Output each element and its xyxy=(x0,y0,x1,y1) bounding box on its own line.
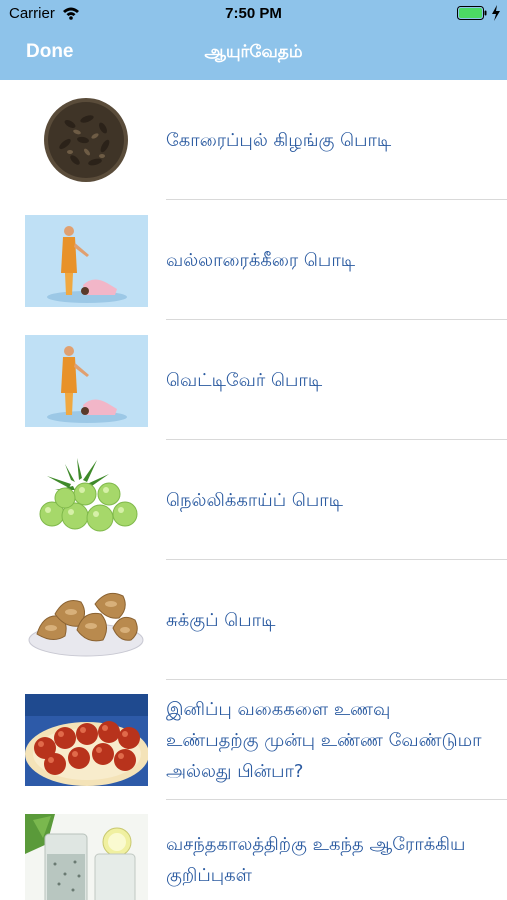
list-item[interactable]: இனிப்பு வகைகளை உணவு உண்பதற்கு முன்பு உண்… xyxy=(0,680,507,800)
charging-bolt-icon xyxy=(492,5,500,21)
battery-icon xyxy=(457,6,487,20)
sage-blessing-devotee-image xyxy=(25,215,148,307)
item-title: சுக்குப் பொடி xyxy=(166,609,276,631)
list-item[interactable]: கோரைப்புல் கிழங்கு பொடி xyxy=(0,80,507,200)
status-bar: Carrier 7:50 PM xyxy=(0,0,507,28)
amla-gooseberries-image xyxy=(25,454,148,546)
item-title: வெட்டிவேர் பொடி xyxy=(166,369,323,391)
item-title: இனிப்பு வகைகளை உணவு உண்பதற்கு முன்பு உண்… xyxy=(166,698,482,782)
status-time: 7:50 PM xyxy=(225,5,282,22)
article-list: கோரைப்புல் கிழங்கு பொடி வல்லாரைக்கீரை பொ… xyxy=(0,80,507,900)
dry-ginger-plate-image xyxy=(25,574,148,666)
herbal-drink-glasses-image xyxy=(25,814,148,900)
item-title: வல்லாரைக்கீரை பொடி xyxy=(166,249,356,271)
navigation-bar: Done ஆயுர்வேதம் xyxy=(0,28,507,80)
list-item[interactable]: வல்லாரைக்கீரை பொடி xyxy=(0,200,507,320)
page-title: ஆயுர்வேதம் xyxy=(204,42,303,62)
sage-blessing-devotee-image xyxy=(25,335,148,427)
list-item[interactable]: நெல்லிக்காய்ப் பொடி xyxy=(0,440,507,560)
item-title: கோரைப்புல் கிழங்கு பொடி xyxy=(166,129,392,151)
list-item[interactable]: வெட்டிவேர் பொடி xyxy=(0,320,507,440)
item-title: நெல்லிக்காய்ப் பொடி xyxy=(166,489,343,511)
list-item[interactable]: வசந்தகாலத்திற்கு உகந்த ஆரோக்கிய குறிப்பு… xyxy=(0,800,507,900)
dried-tubers-bowl-image xyxy=(25,94,148,186)
list-item[interactable]: சுக்குப் பொடி xyxy=(0,560,507,680)
item-title: வசந்தகாலத்திற்கு உகந்த ஆரோக்கிய குறிப்பு… xyxy=(166,834,466,886)
gulab-jamun-plate-image xyxy=(25,694,148,786)
